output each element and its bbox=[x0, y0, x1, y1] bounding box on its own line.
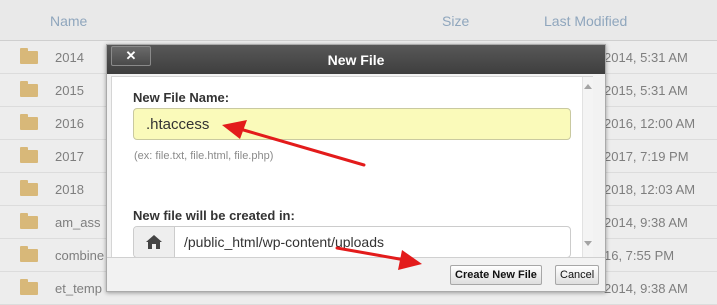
folder-icon bbox=[20, 48, 38, 64]
file-modified: 2016, 12:00 AM bbox=[604, 116, 696, 131]
folder-icon bbox=[20, 279, 38, 295]
new-file-dialog: ✕ New File New File Name: (ex: file.txt,… bbox=[106, 44, 606, 292]
file-name: et_temp bbox=[55, 281, 102, 296]
folder-icon bbox=[20, 147, 38, 163]
file-modified: 16, 7:55 PM bbox=[604, 248, 675, 263]
scroll-down-arrow-icon[interactable] bbox=[584, 241, 592, 246]
file-modified: 2014, 9:38 AM bbox=[604, 215, 688, 230]
folder-icon bbox=[20, 246, 38, 262]
file-modified: 2018, 12:03 AM bbox=[604, 182, 696, 197]
dialog-scrollbar[interactable] bbox=[582, 77, 593, 257]
file-name: 2018 bbox=[55, 182, 84, 197]
file-name: 2015 bbox=[55, 83, 84, 98]
file-modified: 2015, 5:31 AM bbox=[604, 83, 688, 98]
dialog-body: New File Name: (ex: file.txt, file.html,… bbox=[111, 76, 593, 258]
file-modified: 2014, 5:31 AM bbox=[604, 50, 688, 65]
file-modified: 2017, 7:19 PM bbox=[604, 149, 689, 164]
dialog-footer-divider bbox=[107, 257, 605, 258]
file-name-hint: (ex: file.txt, file.html, file.php) bbox=[134, 150, 274, 162]
folder-icon bbox=[20, 114, 38, 130]
location-field[interactable]: /public_html/wp-content/uploads bbox=[133, 226, 571, 258]
file-name-label: New File Name: bbox=[133, 90, 230, 105]
scroll-up-arrow-icon[interactable] bbox=[584, 84, 592, 89]
column-name-header[interactable]: Name bbox=[50, 13, 87, 29]
file-name: 2014 bbox=[55, 50, 84, 65]
column-size-header[interactable]: Size bbox=[442, 13, 469, 29]
file-name-input[interactable] bbox=[133, 108, 571, 140]
home-icon bbox=[134, 227, 175, 257]
create-new-file-button[interactable]: Create New File bbox=[450, 265, 542, 285]
dialog-titlebar: ✕ New File bbox=[107, 45, 605, 74]
folder-icon bbox=[20, 180, 38, 196]
cancel-button[interactable]: Cancel bbox=[555, 265, 600, 285]
column-last-modified-header[interactable]: Last Modified bbox=[544, 13, 627, 29]
folder-icon bbox=[20, 213, 38, 229]
file-modified: 2014, 9:38 AM bbox=[604, 281, 688, 296]
file-name: 2016 bbox=[55, 116, 84, 131]
folder-icon bbox=[20, 81, 38, 97]
location-label: New file will be created in: bbox=[133, 208, 295, 223]
file-list-header: Name Size Last Modified bbox=[0, 0, 717, 41]
file-name: am_ass bbox=[55, 215, 101, 230]
file-name: 2017 bbox=[55, 149, 84, 164]
file-name: combine bbox=[55, 248, 105, 263]
dialog-title: New File bbox=[327, 52, 385, 68]
location-path: /public_html/wp-content/uploads bbox=[184, 234, 385, 250]
